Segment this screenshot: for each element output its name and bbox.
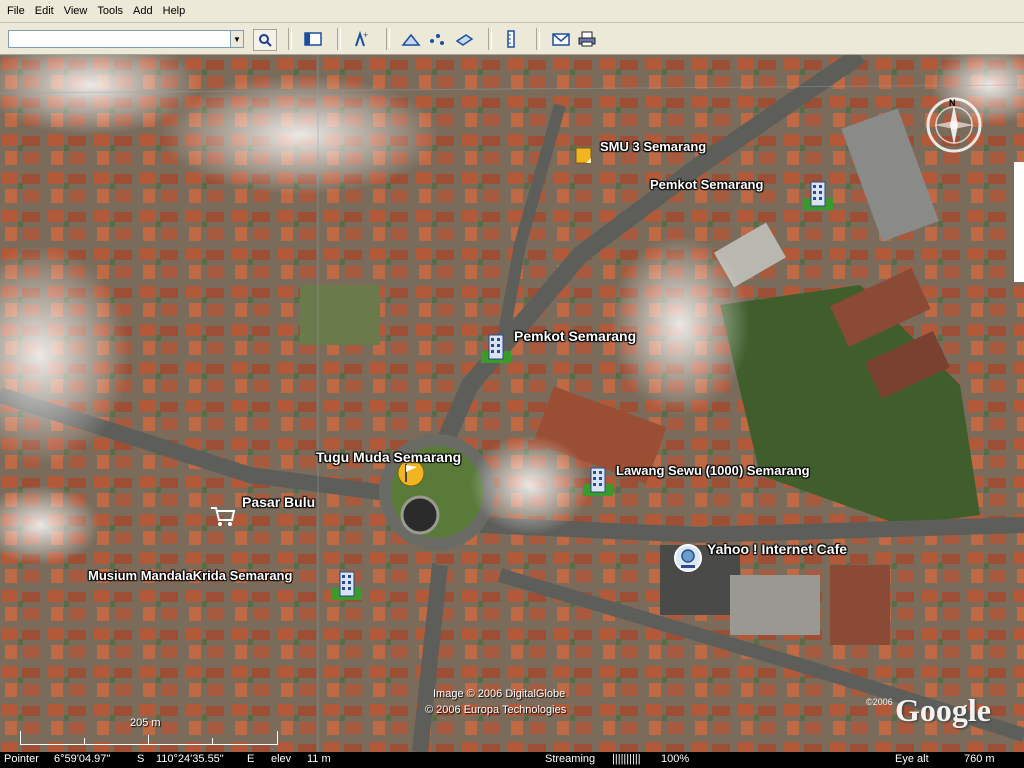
toolbar-separator (386, 28, 390, 50)
sidebar-icon (304, 32, 322, 46)
place-label[interactable]: Pemkot Semarang (650, 177, 763, 192)
compass-north-label: N (949, 98, 956, 108)
ruler-icon (507, 30, 515, 48)
compass-control[interactable]: N (922, 93, 986, 157)
menu-tools[interactable]: Tools (92, 0, 128, 22)
path-icon (401, 33, 421, 46)
add-polygon-button[interactable] (426, 29, 448, 49)
toolbar-separator (488, 28, 492, 50)
scale-bar (20, 731, 278, 745)
email-button[interactable] (550, 29, 572, 49)
place-label[interactable]: Tugu Muda Semarang (316, 449, 461, 465)
menu-help[interactable]: Help (158, 0, 191, 22)
menu-view[interactable]: View (59, 0, 93, 22)
place-label[interactable]: SMU 3 Semarang (600, 139, 706, 154)
longitude-direction: E (247, 753, 255, 765)
building-icon[interactable] (481, 333, 511, 368)
satellite-imagery (0, 55, 1024, 752)
webcam-icon[interactable] (673, 543, 703, 578)
map-view[interactable]: SMU 3 Semarang Pemkot Semarang Pemkot Se… (0, 55, 1024, 752)
ruler-button[interactable] (500, 29, 522, 49)
place-label[interactable]: Yahoo ! Internet Cafe (707, 541, 847, 557)
note-icon[interactable] (575, 147, 593, 170)
add-path-button[interactable] (400, 29, 422, 49)
place-label[interactable]: Pasar Bulu (242, 494, 315, 510)
email-icon (552, 33, 570, 46)
search-icon (259, 34, 272, 47)
google-logo: Google (895, 692, 991, 728)
chevron-down-icon: ▼ (233, 34, 241, 44)
sidebar-toggle-button[interactable] (302, 29, 324, 49)
streaming-percent: 100% (661, 753, 690, 765)
pointer-longitude: 110°24'35.55" (156, 753, 224, 765)
toolbar: ▼ + (0, 23, 1024, 55)
add-overlay-button[interactable] (453, 29, 475, 49)
copyright-year: ©2006 (866, 697, 893, 707)
data-credit: © 2006 Europa Technologies (425, 704, 567, 716)
toolbar-separator (288, 28, 292, 50)
search-button[interactable] (253, 29, 277, 51)
menu-edit[interactable]: Edit (30, 0, 59, 22)
print-button[interactable] (576, 29, 598, 49)
eye-altitude-value: 760 m (964, 753, 995, 765)
toolbar-separator (337, 28, 341, 50)
place-label[interactable]: Musium MandalaKrida Semarang (88, 568, 292, 583)
search-input[interactable] (8, 30, 236, 48)
svg-text:+: + (363, 30, 368, 40)
menu-bar: File Edit View Tools Add Help (0, 0, 1024, 23)
imagery-credit: Image © 2006 DigitalGlobe (433, 688, 566, 700)
place-label[interactable]: Pemkot Semarang (514, 328, 636, 344)
building-icon[interactable] (332, 570, 362, 605)
pointer-latitude: 6°59'04.97" (54, 753, 111, 765)
search-dropdown-button[interactable]: ▼ (230, 30, 244, 48)
menu-add[interactable]: Add (128, 0, 158, 22)
polygon-icon (430, 34, 444, 45)
elevation-value: 11 m (307, 753, 331, 765)
sidebar-handle[interactable] (1014, 162, 1024, 282)
pointer-label: Pointer (4, 753, 39, 765)
elevation-label: elev (271, 753, 292, 765)
toolbar-separator (536, 28, 540, 50)
streaming-progress-bar: |||||||||| (612, 753, 641, 765)
print-icon (578, 31, 596, 47)
building-icon[interactable] (583, 466, 613, 501)
eye-altitude-label: Eye alt (895, 753, 929, 765)
overlay-icon (455, 34, 474, 46)
status-bar: Pointer 6°59'04.97" S 110°24'35.55" E el… (0, 752, 1024, 768)
menu-file[interactable]: File (0, 0, 30, 22)
placemark-icon: + (355, 30, 368, 47)
shopping-cart-icon[interactable] (210, 505, 236, 532)
streaming-label: Streaming (545, 753, 596, 765)
building-icon[interactable] (803, 180, 833, 215)
latitude-direction: S (137, 753, 145, 765)
scale-label: 205 m (130, 717, 161, 729)
add-placemark-button[interactable]: + (350, 29, 372, 49)
place-label[interactable]: Lawang Sewu (1000) Semarang (616, 463, 810, 478)
